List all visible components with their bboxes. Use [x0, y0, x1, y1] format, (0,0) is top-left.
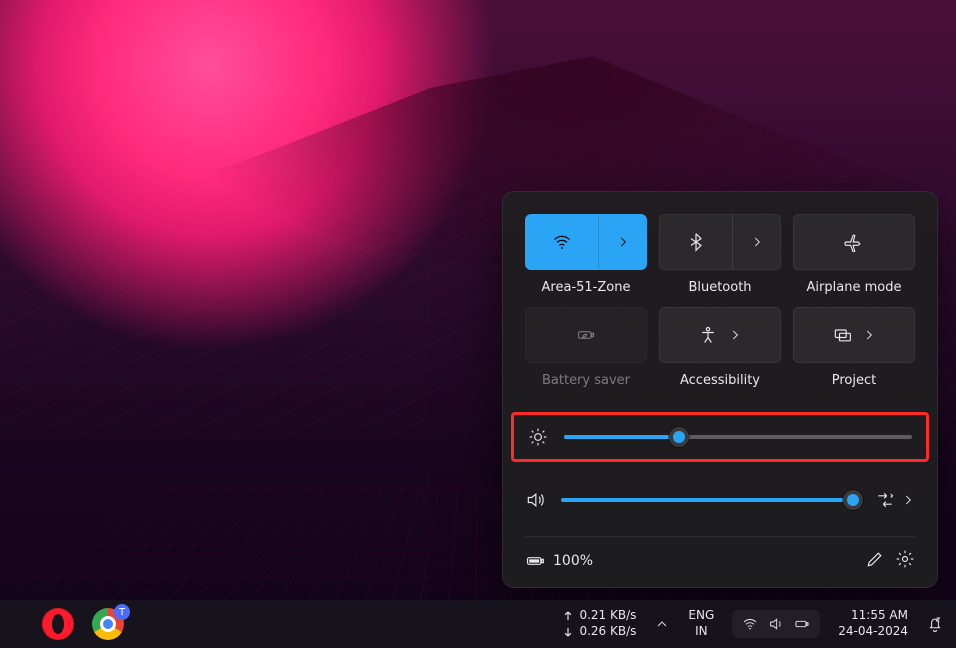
- desktop-wallpaper: Area-51-Zone Bluetooth: [0, 0, 956, 648]
- chevron-right-icon: [616, 235, 630, 249]
- taskbar-app-chrome[interactable]: T: [92, 608, 124, 640]
- network-speed-widget[interactable]: 0.21 KB/s 0.26 KB/s: [561, 608, 636, 639]
- chevron-right-icon: [728, 328, 742, 342]
- bluetooth-icon: [686, 232, 706, 252]
- audio-switch-icon: [875, 490, 895, 510]
- net-down-text: 0.26 KB/s: [579, 624, 636, 640]
- battery-status[interactable]: 100%: [525, 551, 593, 571]
- volume-slider[interactable]: [561, 498, 859, 502]
- tile-accessibility-label: Accessibility: [680, 373, 760, 388]
- chevron-up-icon: [654, 616, 670, 632]
- wifi-icon: [742, 616, 758, 632]
- chevron-right-icon: [901, 493, 915, 507]
- taskbar-app-opera[interactable]: [42, 608, 74, 640]
- project-icon: [832, 325, 852, 345]
- lang-line2: IN: [688, 624, 714, 640]
- tile-wifi-label: Area-51-Zone: [542, 280, 631, 295]
- battery-icon: [794, 616, 810, 632]
- volume-fill: [561, 498, 853, 502]
- tile-project[interactable]: [793, 307, 915, 363]
- tile-battery-saver-label: Battery saver: [542, 373, 630, 388]
- brightness-slider[interactable]: [564, 435, 912, 439]
- tile-wrap-battery-saver: Battery saver: [525, 307, 647, 388]
- tile-wifi-toggle[interactable]: [526, 215, 598, 269]
- chevron-right-icon: [862, 328, 876, 342]
- tile-airplane-label: Airplane mode: [807, 280, 902, 295]
- brightness-row: [511, 412, 929, 462]
- taskbar-right: 0.21 KB/s 0.26 KB/s ENG IN 11:55 AM 24-0…: [561, 608, 956, 639]
- tile-wrap-bluetooth: Bluetooth: [659, 214, 781, 295]
- all-settings-button[interactable]: [895, 549, 915, 573]
- taskbar-left: T: [0, 608, 124, 640]
- net-up-text: 0.21 KB/s: [579, 608, 636, 624]
- tile-wifi[interactable]: [525, 214, 647, 270]
- lang-line1: ENG: [688, 608, 714, 624]
- battery-leaf-icon: [576, 325, 596, 345]
- speaker-icon: [768, 616, 784, 632]
- tile-airplane[interactable]: [793, 214, 915, 270]
- brightness-icon: [528, 427, 548, 447]
- tray-overflow-button[interactable]: [654, 616, 670, 632]
- battery-icon: [525, 551, 545, 571]
- panel-footer: 100%: [525, 536, 915, 573]
- arrow-up-icon: [561, 609, 575, 623]
- tile-battery-saver: [525, 307, 647, 363]
- quick-settings-panel: Area-51-Zone Bluetooth: [502, 191, 938, 588]
- tile-wrap-airplane: Airplane mode: [793, 214, 915, 295]
- chevron-right-icon: [750, 235, 764, 249]
- focus-assist-button[interactable]: [926, 615, 944, 633]
- system-tray-button[interactable]: [732, 610, 820, 638]
- accessibility-icon: [698, 325, 718, 345]
- brightness-fill: [564, 435, 679, 439]
- tile-bluetooth-label: Bluetooth: [688, 280, 751, 295]
- clock-time: 11:55 AM: [838, 608, 908, 624]
- edit-quick-settings-button[interactable]: [865, 549, 885, 573]
- arrow-down-icon: [561, 625, 575, 639]
- tile-wrap-accessibility: Accessibility: [659, 307, 781, 388]
- tile-bluetooth[interactable]: [659, 214, 781, 270]
- speaker-icon: [525, 490, 545, 510]
- volume-row: [525, 490, 915, 510]
- tile-project-label: Project: [832, 373, 876, 388]
- tile-accessibility[interactable]: [659, 307, 781, 363]
- chrome-badge: T: [114, 604, 130, 620]
- volume-thumb[interactable]: [843, 490, 863, 510]
- battery-percent-text: 100%: [553, 553, 593, 569]
- airplane-icon: [844, 232, 864, 252]
- language-switcher[interactable]: ENG IN: [688, 608, 714, 639]
- clock-button[interactable]: 11:55 AM 24-04-2024: [838, 608, 908, 639]
- audio-output-switch[interactable]: [875, 490, 915, 510]
- tile-bluetooth-toggle[interactable]: [660, 215, 732, 269]
- clock-date: 24-04-2024: [838, 624, 908, 640]
- wifi-icon: [552, 232, 572, 252]
- tile-wrap-wifi: Area-51-Zone: [525, 214, 647, 295]
- bell-snooze-icon: [926, 615, 944, 633]
- taskbar: T 0.21 KB/s 0.26 KB/s ENG IN: [0, 600, 956, 648]
- pencil-icon: [865, 549, 885, 569]
- tile-wrap-project: Project: [793, 307, 915, 388]
- quick-settings-tiles: Area-51-Zone Bluetooth: [525, 214, 915, 388]
- brightness-thumb[interactable]: [669, 427, 689, 447]
- tile-bluetooth-expand[interactable]: [732, 215, 780, 269]
- sliders-section: [525, 424, 915, 510]
- gear-icon: [895, 549, 915, 569]
- tile-wifi-expand[interactable]: [598, 215, 646, 269]
